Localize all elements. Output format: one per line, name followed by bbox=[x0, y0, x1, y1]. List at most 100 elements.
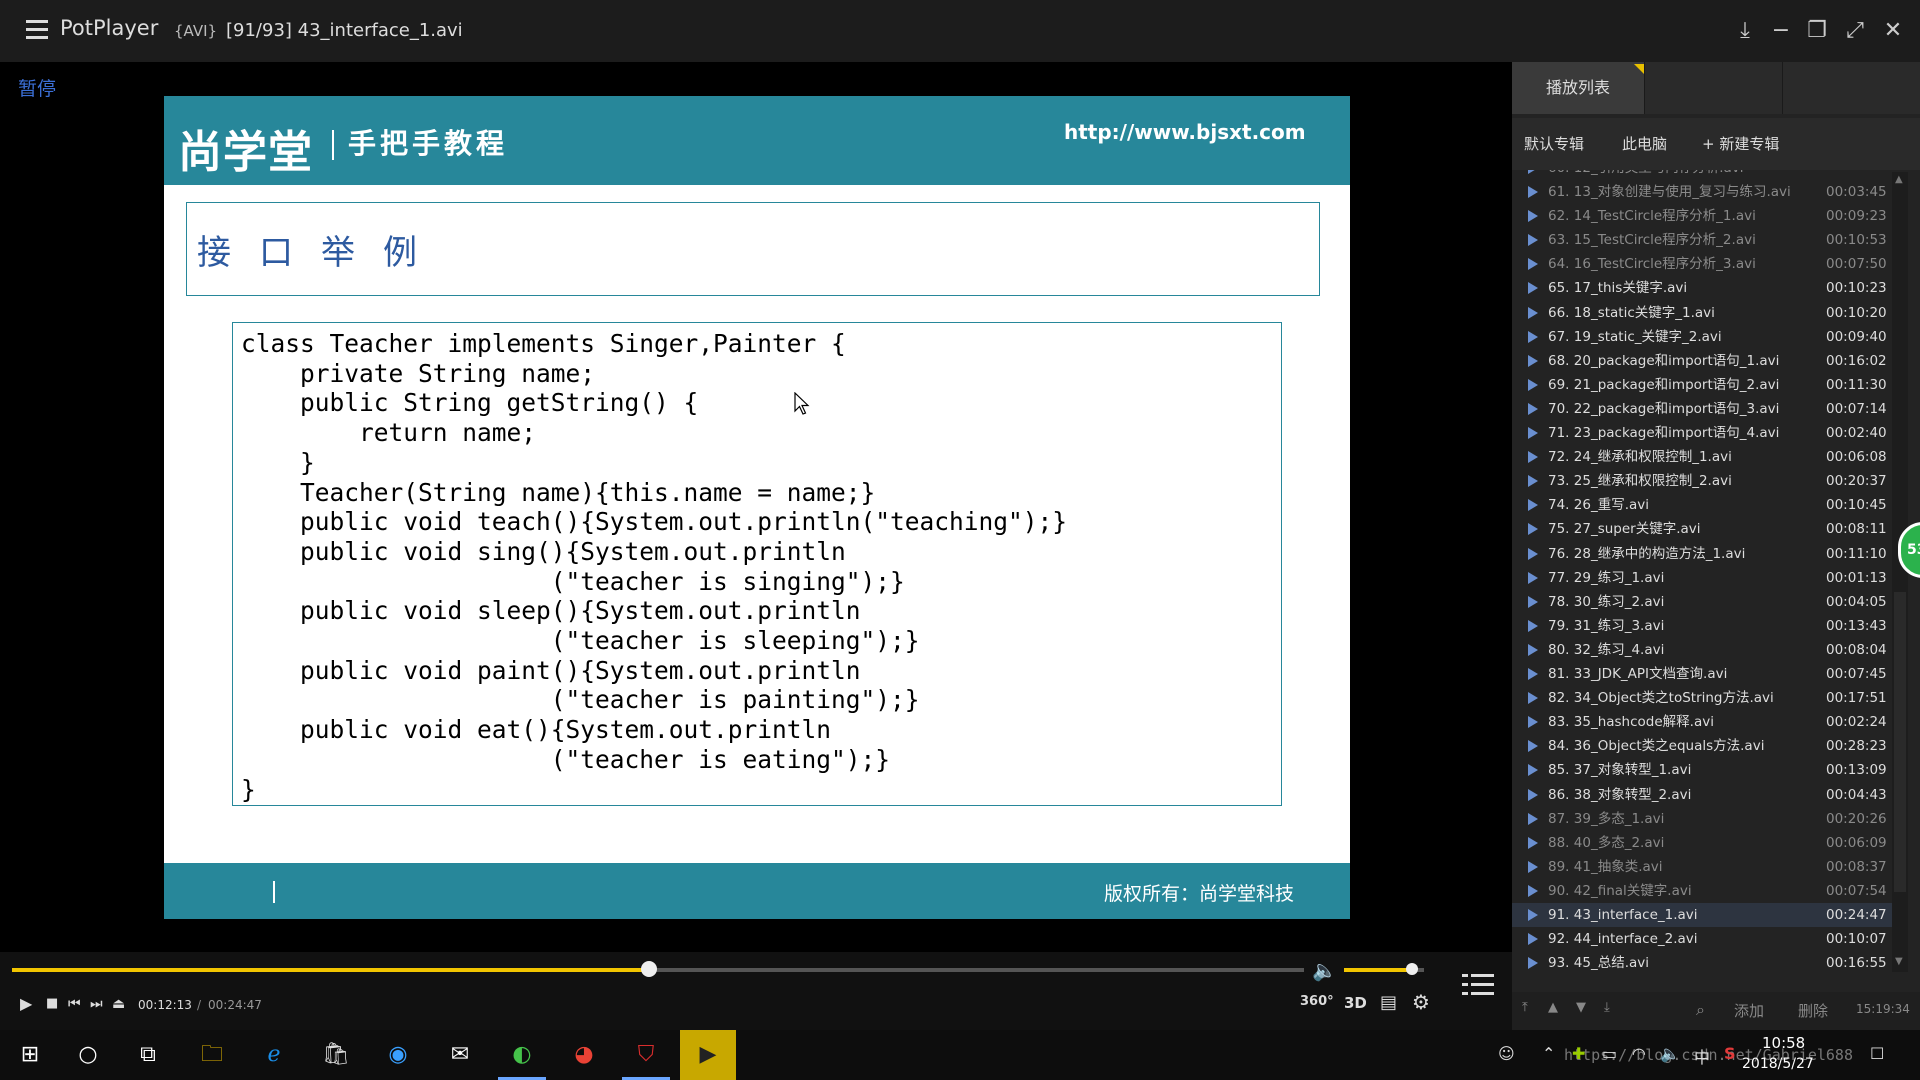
ime-indicator[interactable]: 中 bbox=[1694, 1044, 1710, 1068]
list-item[interactable]: 71. 23_package和import语句_4.avi 00:02:40 bbox=[1512, 421, 1896, 445]
list-item[interactable]: 86. 38_对象转型_2.avi 00:04:43 bbox=[1512, 783, 1896, 807]
stop-icon[interactable]: ■ bbox=[46, 996, 58, 1011]
current-time: 00:12:13 bbox=[138, 998, 192, 1012]
scroll-thumb[interactable] bbox=[1894, 592, 1906, 892]
file-explorer-icon[interactable]: 🗀 bbox=[184, 1030, 240, 1080]
windows-start-icon[interactable]: ⊞ bbox=[2, 1030, 58, 1080]
mail-icon[interactable]: ✉ bbox=[432, 1030, 488, 1080]
hamburger-menu-icon[interactable] bbox=[26, 20, 48, 40]
album-this-pc[interactable]: 此电脑 bbox=[1610, 118, 1679, 170]
list-item[interactable]: 90. 42_final关键字.avi 00:07:54 bbox=[1512, 879, 1896, 903]
3d-button[interactable]: 3D bbox=[1344, 994, 1367, 1012]
list-item[interactable]: 84. 36_Object类之equals方法.avi 00:28:23 bbox=[1512, 734, 1896, 758]
fullscreen-icon[interactable]: ⤢ bbox=[1838, 14, 1872, 48]
scroll-up-icon[interactable]: ▲ bbox=[1895, 174, 1903, 185]
list-item[interactable]: 64. 16_TestCircle程序分析_3.avi 00:07:50 bbox=[1512, 252, 1896, 276]
minimize-icon[interactable]: − bbox=[1764, 14, 1798, 48]
list-item[interactable]: 91. 43_interface_1.avi 00:24:47 bbox=[1512, 903, 1896, 927]
clock-time[interactable]: 10:58 bbox=[1762, 1034, 1805, 1052]
move-up-icon[interactable]: ▲ bbox=[1548, 1000, 1558, 1015]
task-view-icon[interactable]: ⧉ bbox=[120, 1030, 176, 1080]
list-item[interactable]: 70. 22_package和import语句_3.avi 00:07:14 bbox=[1512, 397, 1896, 421]
list-item[interactable]: 73. 25_继承和权限控制_2.avi 00:20:37 bbox=[1512, 469, 1896, 493]
move-down-icon[interactable]: ▼ bbox=[1576, 1000, 1586, 1015]
tray-expand-icon[interactable]: ⌃ bbox=[1542, 1044, 1555, 1063]
list-item[interactable]: 77. 29_练习_1.avi 00:01:13 bbox=[1512, 566, 1896, 590]
list-item[interactable]: 78. 30_练习_2.avi 00:04:05 bbox=[1512, 590, 1896, 614]
list-item[interactable]: 88. 40_多态_2.avi 00:06:09 bbox=[1512, 831, 1896, 855]
mcafee-icon[interactable]: ⛉ bbox=[618, 1030, 674, 1080]
list-item[interactable]: 69. 21_package和import语句_2.avi 00:11:30 bbox=[1512, 373, 1896, 397]
clock-date[interactable]: 2018/5/27 bbox=[1742, 1056, 1814, 1072]
video-area[interactable]: 暂停 尚学堂 手把手教程 http://www.bjsxt.com 接口举例 c… bbox=[0, 62, 1512, 952]
store-icon[interactable]: 🛍 bbox=[308, 1030, 364, 1080]
volume-thumb[interactable] bbox=[1406, 963, 1418, 975]
add-button[interactable]: 添加 bbox=[1734, 1000, 1764, 1021]
album-new[interactable]: + 新建专辑 bbox=[1690, 118, 1791, 170]
album-default[interactable]: 默认专辑 bbox=[1512, 118, 1596, 170]
playlist-scrollbar[interactable]: ▲ ▼ bbox=[1892, 172, 1908, 972]
move-bottom-icon[interactable]: ⤓ bbox=[1604, 1000, 1610, 1015]
list-item[interactable]: 76. 28_继承中的构造方法_1.avi 00:11:10 bbox=[1512, 542, 1896, 566]
close-icon[interactable]: ✕ bbox=[1876, 14, 1910, 48]
battery-icon[interactable]: ▭ bbox=[1602, 1044, 1617, 1063]
list-item[interactable]: 72. 24_继承和权限控制_1.avi 00:06:08 bbox=[1512, 445, 1896, 469]
tray-app-icon[interactable]: ✚ bbox=[1572, 1044, 1585, 1063]
potplayer-taskbar-icon[interactable]: ▶ bbox=[680, 1030, 736, 1080]
pin-icon[interactable]: ⤓ bbox=[1728, 14, 1762, 48]
list-item[interactable]: 79. 31_练习_3.avi 00:13:43 bbox=[1512, 614, 1896, 638]
list-item[interactable]: 75. 27_super关键字.avi 00:08:11 bbox=[1512, 517, 1896, 541]
eject-icon[interactable]: ⏏ bbox=[112, 996, 125, 1012]
list-item[interactable]: 63. 15_TestCircle程序分析_2.avi 00:10:53 bbox=[1512, 228, 1896, 252]
list-item[interactable]: 61. 13_对象创建与使用_复习与练习.avi 00:03:45 bbox=[1512, 180, 1896, 204]
search-icon[interactable]: ⌕ bbox=[1696, 1000, 1705, 1020]
tab-playlist[interactable]: 播放列表 bbox=[1512, 62, 1644, 114]
list-item[interactable]: 60. 12_引用类型与内存分析.avi bbox=[1512, 170, 1896, 180]
list-item[interactable]: 85. 37_对象转型_1.avi 00:13:09 bbox=[1512, 758, 1896, 782]
list-item[interactable]: 87. 39_多态_1.avi 00:20:26 bbox=[1512, 807, 1896, 831]
ie-green-browser-icon[interactable]: ◐ bbox=[494, 1030, 550, 1080]
tab-empty-1[interactable] bbox=[1644, 62, 1783, 114]
scroll-down-icon[interactable]: ▼ bbox=[1895, 956, 1903, 967]
safari-like-browser-icon[interactable]: ◉ bbox=[370, 1030, 426, 1080]
previous-icon[interactable]: ⏮ bbox=[68, 996, 81, 1012]
seek-thumb[interactable] bbox=[640, 961, 657, 977]
list-item[interactable]: 66. 18_static关键字_1.avi 00:10:20 bbox=[1512, 301, 1896, 325]
edge-browser-icon[interactable]: ℯ bbox=[246, 1030, 302, 1080]
playlist-toggle-icon[interactable] bbox=[1462, 974, 1494, 1002]
list-item[interactable]: 83. 35_hashcode解释.avi 00:02:24 bbox=[1512, 710, 1896, 734]
chrome-icon[interactable]: ◕ bbox=[556, 1030, 612, 1080]
volume-icon[interactable]: 🔈 bbox=[1312, 958, 1337, 982]
list-item[interactable]: 80. 32_练习_4.avi 00:08:04 bbox=[1512, 638, 1896, 662]
chapter-list-icon[interactable]: ▤ bbox=[1380, 992, 1397, 1013]
notification-center-icon[interactable]: ☐ bbox=[1870, 1044, 1884, 1063]
speaker-icon[interactable]: 🔈 bbox=[1660, 1044, 1680, 1063]
volume-slider[interactable] bbox=[1344, 963, 1424, 975]
cortana-search-icon[interactable]: ○ bbox=[60, 1030, 116, 1080]
play-icon bbox=[1528, 909, 1538, 921]
playlist-item-name: 92. 44_interface_2.avi bbox=[1548, 931, 1698, 948]
move-top-icon[interactable]: ⤒ bbox=[1522, 1000, 1528, 1015]
seek-bar[interactable] bbox=[12, 961, 1304, 977]
settings-gear-icon[interactable]: ⚙ bbox=[1412, 990, 1430, 1014]
list-item[interactable]: 93. 45_总结.avi 00:16:55 bbox=[1512, 951, 1896, 970]
list-item[interactable]: 82. 34_Object类之toString方法.avi 00:17:51 bbox=[1512, 686, 1896, 710]
delete-button[interactable]: 删除 bbox=[1798, 1000, 1828, 1021]
network-icon[interactable]: ◠ bbox=[1632, 1044, 1646, 1063]
list-item[interactable]: 81. 33_JDK_API文档查询.avi 00:07:45 bbox=[1512, 662, 1896, 686]
people-icon[interactable]: ☺ bbox=[1498, 1044, 1515, 1063]
list-item[interactable]: 62. 14_TestCircle程序分析_1.avi 00:09:23 bbox=[1512, 204, 1896, 228]
list-item[interactable]: 68. 20_package和import语句_1.avi 00:16:02 bbox=[1512, 349, 1896, 373]
play-icon bbox=[1528, 451, 1538, 464]
list-item[interactable]: 74. 26_重写.avi 00:10:45 bbox=[1512, 493, 1896, 517]
list-item[interactable]: 67. 19_static_关键字_2.avi 00:09:40 bbox=[1512, 325, 1896, 349]
sogou-ime-icon[interactable]: S bbox=[1724, 1044, 1736, 1063]
list-item[interactable]: 65. 17_this关键字.avi 00:10:23 bbox=[1512, 276, 1896, 300]
play-icon[interactable]: ▶ bbox=[20, 994, 32, 1013]
vr-360-button[interactable]: 360° bbox=[1300, 994, 1334, 1009]
next-icon[interactable]: ⏭ bbox=[90, 996, 103, 1012]
list-item[interactable]: 92. 44_interface_2.avi 00:10:07 bbox=[1512, 927, 1896, 951]
tab-empty-2[interactable] bbox=[1782, 62, 1920, 114]
list-item[interactable]: 89. 41_抽象类.avi 00:08:37 bbox=[1512, 855, 1896, 879]
restore-icon[interactable]: ❐ bbox=[1800, 14, 1834, 48]
